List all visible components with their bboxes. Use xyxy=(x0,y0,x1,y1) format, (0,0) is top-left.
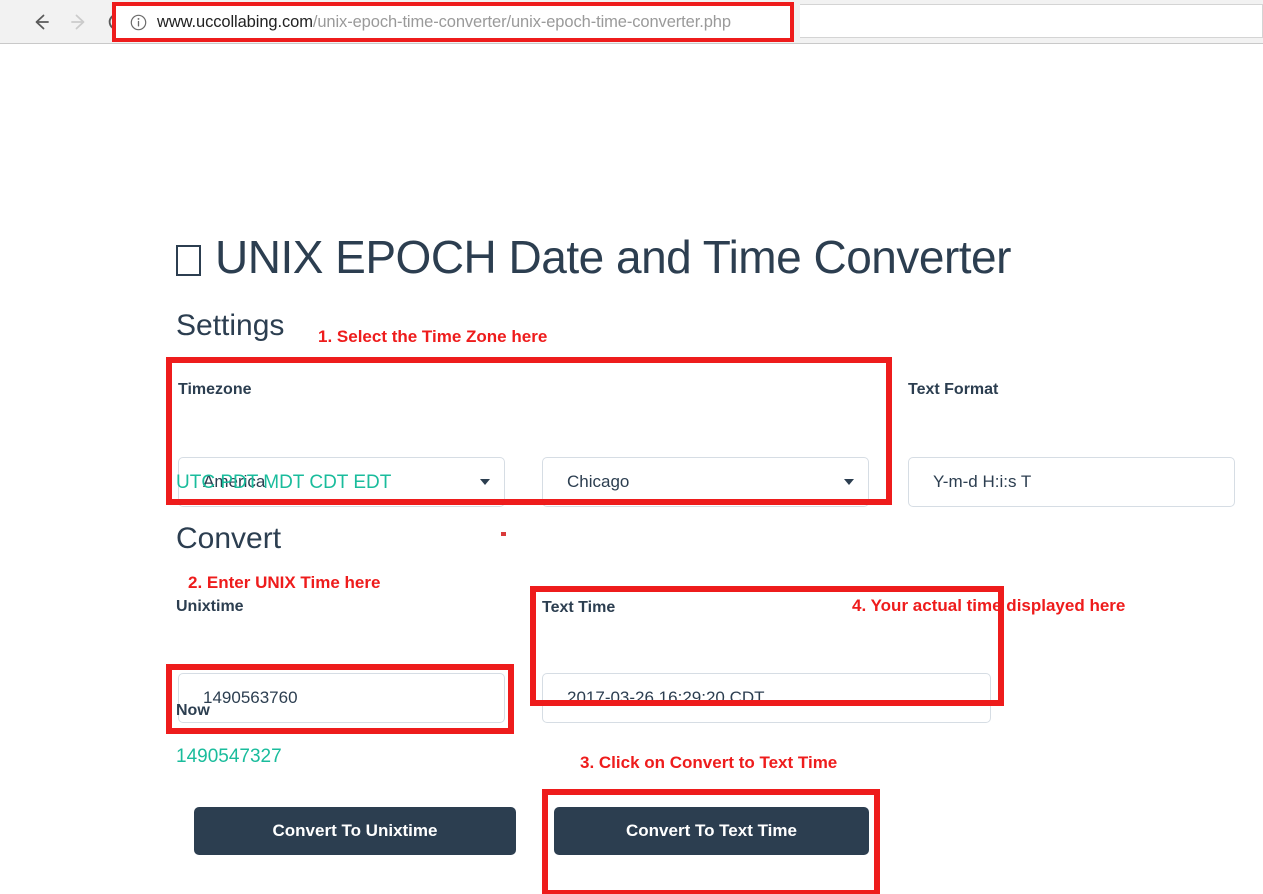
convert-to-unixtime-button[interactable]: Convert To Unixtime xyxy=(194,807,516,855)
chevron-down-icon xyxy=(844,479,854,485)
convert-heading: Convert xyxy=(176,522,282,555)
page-content: UNIX EPOCH Date and Time Converter Setti… xyxy=(0,44,1263,894)
timezone-city-select[interactable]: Chicago xyxy=(542,457,869,507)
unixtime-value: 1490563760 xyxy=(203,688,298,707)
texttime-input[interactable]: 2017-03-26 16:29:20 CDT xyxy=(542,673,991,723)
now-value: 1490547327 xyxy=(176,746,282,767)
timezone-abbreviations: UTC PDT MDT CDT EDT xyxy=(176,472,392,493)
browser-toolbar: www.uccollabing.com/unix-epoch-time-conv… xyxy=(0,0,1263,44)
forward-button xyxy=(66,9,92,35)
url-path: /unix-epoch-time-converter/unix-epoch-ti… xyxy=(312,12,731,31)
page-title: UNIX EPOCH Date and Time Converter xyxy=(176,230,1011,284)
now-label: Now xyxy=(176,702,210,719)
annotation-step-2: 2. Enter UNIX Time here xyxy=(188,573,381,592)
annotation-step-3: 3. Click on Convert to Text Time xyxy=(580,753,838,772)
annotation-step-1: 1. Select the Time Zone here xyxy=(318,327,548,346)
arrow-right-icon xyxy=(71,14,85,30)
address-bar[interactable]: www.uccollabing.com/unix-epoch-time-conv… xyxy=(116,6,790,38)
texttime-value: 2017-03-26 16:29:20 CDT xyxy=(567,688,765,707)
red-dot-artifact xyxy=(501,532,506,536)
annotation-step-4: 4. Your actual time displayed here xyxy=(852,596,1126,615)
text-format-input[interactable]: Y-m-d H:i:s T xyxy=(908,457,1235,507)
address-bar-remainder[interactable] xyxy=(800,4,1263,38)
info-circle-icon[interactable] xyxy=(130,14,147,31)
missing-glyph-box-icon xyxy=(176,244,201,276)
timezone-city-value: Chicago xyxy=(567,472,630,491)
text-format-label: Text Format xyxy=(908,381,999,398)
arrow-left-icon xyxy=(35,14,49,30)
url-domain: www.uccollabing.com xyxy=(157,12,313,31)
unixtime-input[interactable]: 1490563760 xyxy=(178,673,505,723)
page-title-text: UNIX EPOCH Date and Time Converter xyxy=(215,230,1011,283)
unixtime-label: Unixtime xyxy=(176,598,244,615)
convert-to-texttime-button[interactable]: Convert To Text Time xyxy=(554,807,869,855)
text-format-value: Y-m-d H:i:s T xyxy=(933,472,1032,491)
settings-heading: Settings xyxy=(176,309,285,342)
timezone-label: Timezone xyxy=(178,381,252,398)
address-bar-highlight: www.uccollabing.com/unix-epoch-time-conv… xyxy=(112,2,794,42)
texttime-label: Text Time xyxy=(542,599,616,616)
screenshot-root: www.uccollabing.com/unix-epoch-time-conv… xyxy=(0,0,1263,894)
chevron-down-icon xyxy=(480,479,490,485)
back-button[interactable] xyxy=(28,9,54,35)
